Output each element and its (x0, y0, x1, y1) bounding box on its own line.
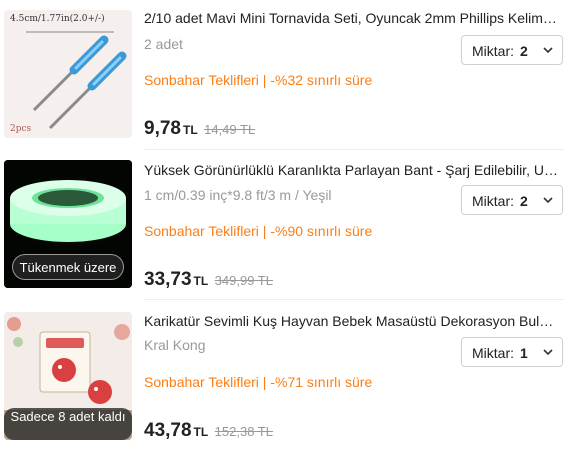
currency: TL (193, 425, 209, 439)
current-price: 33,73 (144, 269, 192, 290)
currency: TL (182, 123, 198, 137)
low-stock-badge: Sadece 8 adet kaldı (4, 408, 132, 440)
screwdriver-illustration (4, 10, 132, 138)
cart-item: Sadece 8 adet kaldı Karikatür Sevimli Ku… (0, 300, 588, 471)
price-row: 33,73 TL 349,99 TL (144, 269, 273, 291)
original-price: 14,49 TL (204, 122, 256, 137)
image-count-caption: 2pcs (10, 124, 32, 134)
product-image-glow-tape[interactable]: Tükenmek üzere (4, 160, 132, 288)
image-size-caption: 4.5cm/1.77in(2.0+/-) (10, 14, 105, 24)
current-price: 43,78 (144, 420, 192, 441)
quantity-label: Miktar: (472, 345, 514, 361)
low-stock-badge: Tükenmek üzere (12, 254, 124, 280)
promo-text: Sonbahar Teklifleri | -%71 sınırlı süre (144, 374, 373, 390)
product-image-screwdriver[interactable]: 4.5cm/1.77in(2.0+/-) 2pcs (4, 10, 132, 138)
cart-item: 4.5cm/1.77in(2.0+/-) 2pcs 2/10 adet Mavi… (0, 0, 588, 150)
quantity-label: Miktar: (472, 193, 514, 209)
quantity-value: 2 (520, 43, 528, 59)
product-title[interactable]: Yüksek Görünürlüklü Karanlıkta Parlayan … (144, 162, 564, 178)
product-image-bird-toy[interactable]: Sadece 8 adet kaldı (4, 312, 132, 440)
original-price: 349,99 TL (214, 273, 273, 288)
chevron-down-icon (543, 349, 553, 356)
original-price: 152,38 TL (214, 424, 273, 439)
product-variant: 1 cm/0.39 inç*9.8 ft/3 m / Yeşil (144, 187, 332, 203)
promo-text: Sonbahar Teklifleri | -%32 sınırlı süre (144, 72, 373, 88)
quantity-select[interactable]: Miktar: 2 (461, 185, 563, 215)
quantity-label: Miktar: (472, 43, 514, 59)
product-variant: 2 adet (144, 36, 183, 52)
product-title[interactable]: 2/10 adet Mavi Mini Tornavida Seti, Oyun… (144, 10, 564, 26)
currency: TL (193, 274, 209, 288)
quantity-value: 1 (520, 345, 528, 361)
chevron-down-icon (543, 197, 553, 204)
product-title[interactable]: Karikatür Sevimli Kuş Hayvan Bebek Masaü… (144, 313, 564, 329)
quantity-select[interactable]: Miktar: 1 (461, 337, 563, 367)
price-row: 9,78 TL 14,49 TL (144, 118, 255, 140)
promo-text: Sonbahar Teklifleri | -%90 sınırlı süre (144, 223, 373, 239)
product-variant: Kral Kong (144, 337, 206, 353)
current-price: 9,78 (144, 118, 181, 139)
cart-item: Tükenmek üzere Yüksek Görünürlüklü Karan… (0, 150, 588, 300)
quantity-select[interactable]: Miktar: 2 (461, 35, 563, 65)
price-row: 43,78 TL 152,38 TL (144, 420, 273, 442)
chevron-down-icon (543, 47, 553, 54)
quantity-value: 2 (520, 193, 528, 209)
